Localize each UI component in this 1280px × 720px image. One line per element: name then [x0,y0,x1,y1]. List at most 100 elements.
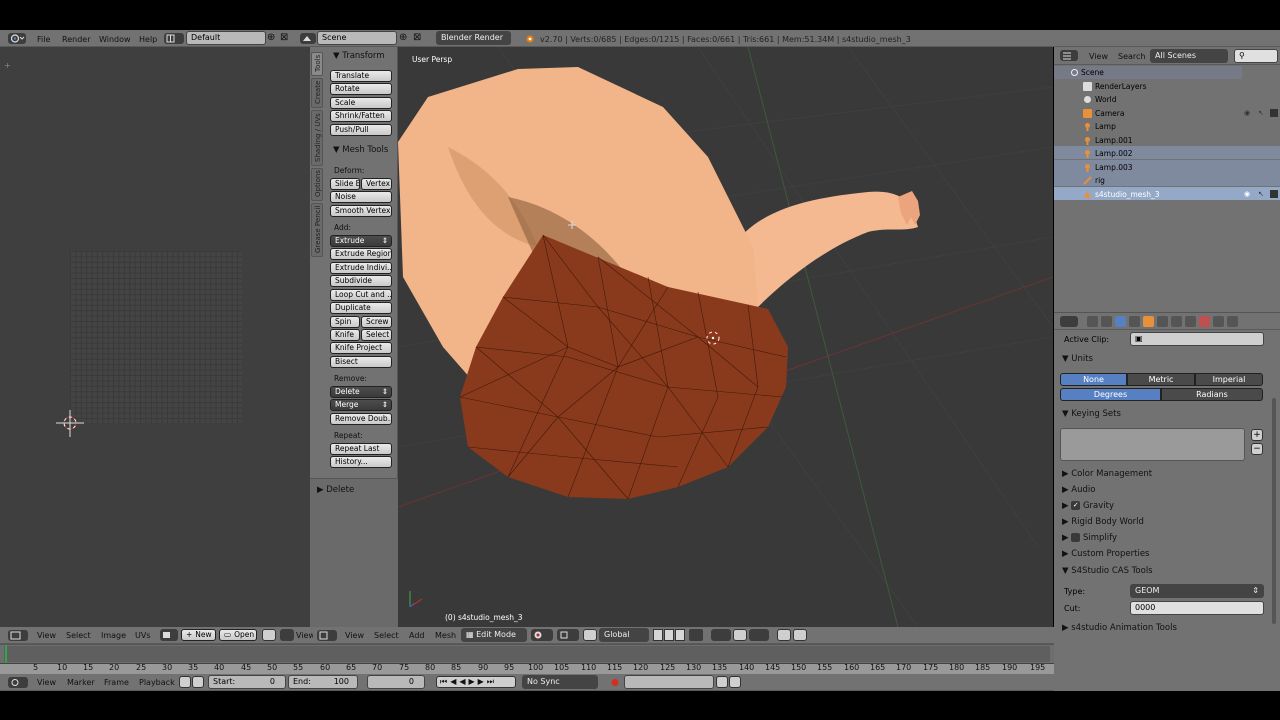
3d-view-type-icon[interactable] [317,630,337,641]
timeline-track[interactable] [4,646,1050,662]
blender-menu-icon[interactable] [8,33,26,44]
visibility-eye-icon[interactable]: ◉ [1244,109,1252,117]
outliner-item-mesh[interactable]: s4studio_mesh_3 [1095,190,1160,199]
rigid-body-panel-header[interactable]: ▶ Rigid Body World [1062,517,1144,527]
scene-icon[interactable] [300,33,316,44]
add-layout-icon[interactable]: ⊕ [267,33,277,43]
scene-field[interactable]: Scene [317,31,397,45]
shading-select-icon[interactable] [531,629,553,641]
3d-viewport[interactable]: User Persp (0) s4studio_mesh_3 [398,47,1053,627]
viewport-menu-add[interactable]: Add [409,631,425,640]
loop-cut-button[interactable]: Loop Cut and ... [330,289,392,301]
spin-button[interactable]: Spin [330,316,360,328]
pin-image-icon[interactable] [262,629,276,641]
custom-properties-panel-header[interactable]: ▶ Custom Properties [1062,549,1149,559]
render-camera-icon[interactable] [1270,190,1278,198]
open-image-button[interactable]: ▭ Open [219,629,257,641]
history-button[interactable]: History... [330,456,392,468]
physics-tab-icon[interactable] [1227,316,1238,327]
viewport-menu-view[interactable]: View [345,631,364,640]
outliner-item-lamp[interactable]: Lamp [1095,122,1116,131]
remove-scene-icon[interactable]: ⊠ [413,33,423,43]
merge-menu-button[interactable]: Merge ⇕ [330,399,392,411]
snap-element-icon[interactable] [749,629,769,641]
end-frame-field[interactable]: End: 100 [288,675,358,689]
animation-tools-panel-header[interactable]: ▶ s4studio Animation Tools [1062,623,1177,633]
data-tab-icon[interactable] [1185,316,1196,327]
render-engine-select[interactable]: Blender Render [436,31,511,45]
render-animation-icon[interactable] [793,629,807,641]
timeline-menu-view[interactable]: View [37,678,56,687]
image-menu-view[interactable]: View [37,631,56,640]
gravity-panel-header[interactable]: ▶ ✓ Gravity [1062,501,1114,511]
visibility-eye-icon[interactable]: ◉ [1244,190,1252,198]
units-panel-header[interactable]: ▼ Units [1062,354,1093,364]
image-menu-uvs[interactable]: UVs [135,631,151,640]
tab-shading-uvs[interactable]: Shading / UVs [311,110,323,166]
rotate-button[interactable]: Rotate [330,83,392,95]
lock-range-icon[interactable] [192,676,204,688]
outliner-item-lamp001[interactable]: Lamp.001 [1095,136,1133,145]
2d-cursor-icon[interactable] [56,410,86,440]
push-pull-button[interactable]: Push/Pull [330,124,392,136]
record-icon[interactable] [609,677,621,688]
area-corner-handle[interactable]: + [4,62,11,70]
delete-menu-button[interactable]: Delete ⇕ [330,386,392,398]
menu-file[interactable]: File [37,35,50,44]
repeat-last-button[interactable]: Repeat Last [330,443,392,455]
viewport-menu-mesh[interactable]: Mesh [435,631,456,640]
cas-tools-panel-header[interactable]: ▼ S4Studio CAS Tools [1062,566,1153,576]
outliner-menu-search[interactable]: Search [1118,52,1145,61]
tab-create[interactable]: Create [311,78,323,108]
menu-help[interactable]: Help [139,35,157,44]
outliner-item-renderlayers[interactable]: RenderLayers [1095,82,1147,91]
slide-vertex-button[interactable]: Vertex [361,178,392,190]
slide-edge-button[interactable]: Slide E [330,178,360,190]
delete-keyframe-icon[interactable] [729,676,741,688]
outliner-item-lamp003[interactable]: Lamp.003 [1095,163,1133,172]
knife-project-button[interactable]: Knife Project [330,342,392,354]
extrude-menu-button[interactable]: Extrude ⇕ [330,235,392,247]
outliner-item-world[interactable]: World [1095,95,1117,104]
extrude-individual-button[interactable]: Extrude Indivi... [330,262,392,274]
knife-button[interactable]: Knife [330,329,360,341]
pivot-select-icon[interactable] [557,629,579,641]
rotation-degrees-button[interactable]: Degrees [1060,388,1161,401]
outliner-type-icon[interactable] [1060,50,1078,61]
properties-type-icon[interactable] [1060,316,1078,327]
image-menu-image[interactable]: Image [101,631,126,640]
sync-mode-select[interactable]: No Sync [522,675,598,689]
face-select-icon[interactable] [675,629,685,641]
remove-keying-set-icon[interactable]: − [1251,443,1263,455]
gravity-checkbox[interactable]: ✓ [1071,501,1081,510]
modifiers-tab-icon[interactable] [1171,316,1182,327]
duplicate-button[interactable]: Duplicate [330,302,392,314]
orientation-select[interactable]: Global [599,628,649,642]
preview-range-icon[interactable] [179,676,191,688]
current-frame-field[interactable]: 0 [367,675,425,689]
menu-window[interactable]: Window [99,35,131,44]
type-select[interactable]: GEOM ⇕ [1130,584,1264,598]
add-keying-set-icon[interactable]: + [1251,429,1263,441]
mesh-tools-panel-header[interactable]: ▼ Mesh Tools [333,145,388,155]
keying-set-field[interactable] [624,675,714,689]
screw-button[interactable]: Screw [361,316,392,328]
mode-select[interactable]: ▦ Edit Mode [461,628,527,642]
outliner-item-rig[interactable]: rig [1095,176,1105,185]
active-clip-field[interactable]: ▣ [1130,332,1264,346]
outliner-menu-view[interactable]: View [1089,52,1108,61]
scene-tab-icon[interactable] [1115,316,1126,327]
selectable-arrow-icon[interactable]: ↖ [1258,109,1266,117]
keying-sets-list[interactable] [1060,428,1245,461]
remove-layout-icon[interactable]: ⊠ [280,33,290,43]
outliner-search-field[interactable]: ⚲ [1234,49,1278,63]
subdivide-button[interactable]: Subdivide [330,275,392,287]
simplify-checkbox[interactable] [1071,533,1081,542]
translate-button[interactable]: Translate [330,70,392,82]
timeline-menu-playback[interactable]: Playback [139,678,175,687]
smooth-vertex-button[interactable]: Smooth Vertex [330,205,392,217]
transform-panel-header[interactable]: ▼ Transform [333,51,385,61]
editor-type-icon[interactable] [8,630,28,641]
timeline-menu-frame[interactable]: Frame [104,678,129,687]
extrude-region-button[interactable]: Extrude Region [330,248,392,260]
